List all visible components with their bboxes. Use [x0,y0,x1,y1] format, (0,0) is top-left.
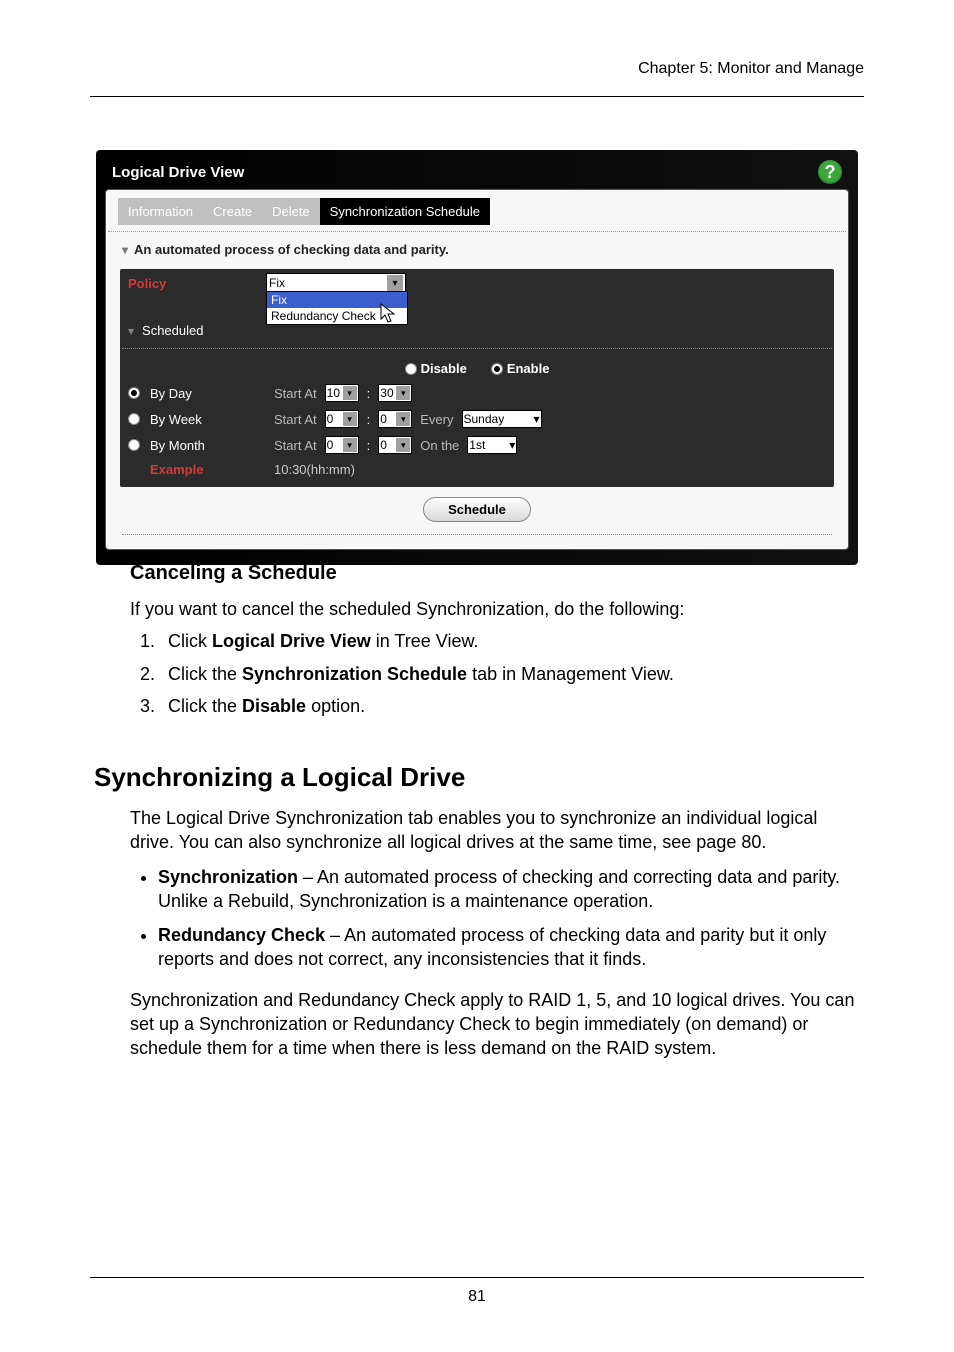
tab-delete[interactable]: Delete [262,198,320,225]
cancel-steps-list: Click Logical Drive View in Tree View. C… [130,629,864,718]
sync-closing-paragraph: Synchronization and Redundancy Check app… [130,988,864,1061]
heading-synchronizing: Synchronizing a Logical Drive [94,760,864,795]
divider [122,348,832,349]
by-week-day-value: Sunday [464,412,505,426]
radio-enable-label: Enable [507,361,550,376]
by-month-label: By Month [150,438,266,453]
by-week-label: By Week [150,412,266,427]
tab-bar: Information Create Delete Synchronizatio… [106,190,848,225]
start-at-label: Start At [274,386,317,401]
cursor-icon [380,303,398,325]
cancel-intro-paragraph: If you want to cancel the scheduled Sync… [130,597,864,621]
radio-disable-label: Disable [421,361,467,376]
tab-create[interactable]: Create [203,198,262,225]
header-rule [90,96,864,97]
panel-title: Logical Drive View [112,164,244,181]
every-label: Every [420,412,453,427]
by-month-min-value: 0 [380,438,387,452]
bullet-redundancy-check: Redundancy Check – An automated process … [158,923,864,972]
sync-bullet-list: Synchronization – An automated process o… [130,865,864,972]
dropdown-arrow-icon: ▾ [387,275,403,291]
by-day-min-value: 30 [380,386,393,400]
by-day-hour-value: 10 [327,386,340,400]
dropdown-arrow-icon: ▾ [533,412,539,426]
dropdown-arrow-icon: ▾ [509,438,515,452]
radio-enable[interactable]: Enable [491,361,550,376]
dropdown-arrow-icon: ▾ [396,412,410,426]
chevron-down-icon: ▾ [122,243,128,257]
start-at-label: Start At [274,438,317,453]
by-day-min-select[interactable]: 30▾ [378,384,412,402]
radio-icon [405,363,417,375]
by-month-hour-select[interactable]: 0▾ [325,436,359,454]
bullet-synchronization: Synchronization – An automated process o… [158,865,864,914]
policy-label: Policy [128,276,258,291]
tab-information[interactable]: Information [118,198,203,225]
by-week-day-select[interactable]: Sunday ▾ [462,410,542,428]
radio-icon[interactable] [128,387,140,399]
config-block: Policy Fix ▾ Fix Redundancy Check [120,269,834,487]
chevron-down-icon: ▾ [128,324,134,338]
sync-intro-paragraph: The Logical Drive Synchronization tab en… [130,806,864,855]
example-label: Example [150,462,266,477]
dropdown-arrow-icon: ▾ [343,386,357,400]
by-week-hour-select[interactable]: 0▾ [325,410,359,428]
page-number: 81 [0,1288,954,1306]
step-2: Click the Synchronization Schedule tab i… [160,662,864,686]
divider [122,534,832,535]
by-day-label: By Day [150,386,266,401]
radio-disable[interactable]: Disable [405,361,467,376]
by-month-hour-value: 0 [327,438,334,452]
dropdown-arrow-icon: ▾ [343,412,357,426]
app-panel: Logical Drive View ? Information Create … [96,150,858,565]
radio-icon [491,363,503,375]
dropdown-arrow-icon: ▾ [343,438,357,452]
radio-icon[interactable] [128,413,140,425]
policy-select[interactable]: Fix ▾ [266,273,406,293]
chapter-heading: Chapter 5: Monitor and Manage [638,60,864,78]
radio-icon[interactable] [128,439,140,451]
scheduled-label: Scheduled [142,323,203,338]
by-week-min-select[interactable]: 0▾ [378,410,412,428]
by-day-hour-select[interactable]: 10▾ [325,384,359,402]
by-month-day-select[interactable]: 1st ▾ [467,436,517,454]
by-month-day-value: 1st [469,438,485,452]
by-month-min-select[interactable]: 0▾ [378,436,412,454]
on-the-label: On the [420,438,459,453]
schedule-button[interactable]: Schedule [423,497,531,522]
heading-canceling: Canceling a Schedule [130,560,864,587]
description-text: An automated process of checking data an… [134,242,449,257]
example-value: 10:30(hh:mm) [274,462,355,477]
by-week-min-value: 0 [380,412,387,426]
by-week-hour-value: 0 [327,412,334,426]
dropdown-arrow-icon: ▾ [396,386,410,400]
dropdown-arrow-icon: ▾ [396,438,410,452]
step-3: Click the Disable option. [160,694,864,718]
policy-value: Fix [269,276,285,290]
footer-rule [90,1277,864,1278]
step-1: Click Logical Drive View in Tree View. [160,629,864,653]
tab-sync-schedule[interactable]: Synchronization Schedule [320,198,490,225]
help-icon[interactable]: ? [818,160,842,184]
start-at-label: Start At [274,412,317,427]
